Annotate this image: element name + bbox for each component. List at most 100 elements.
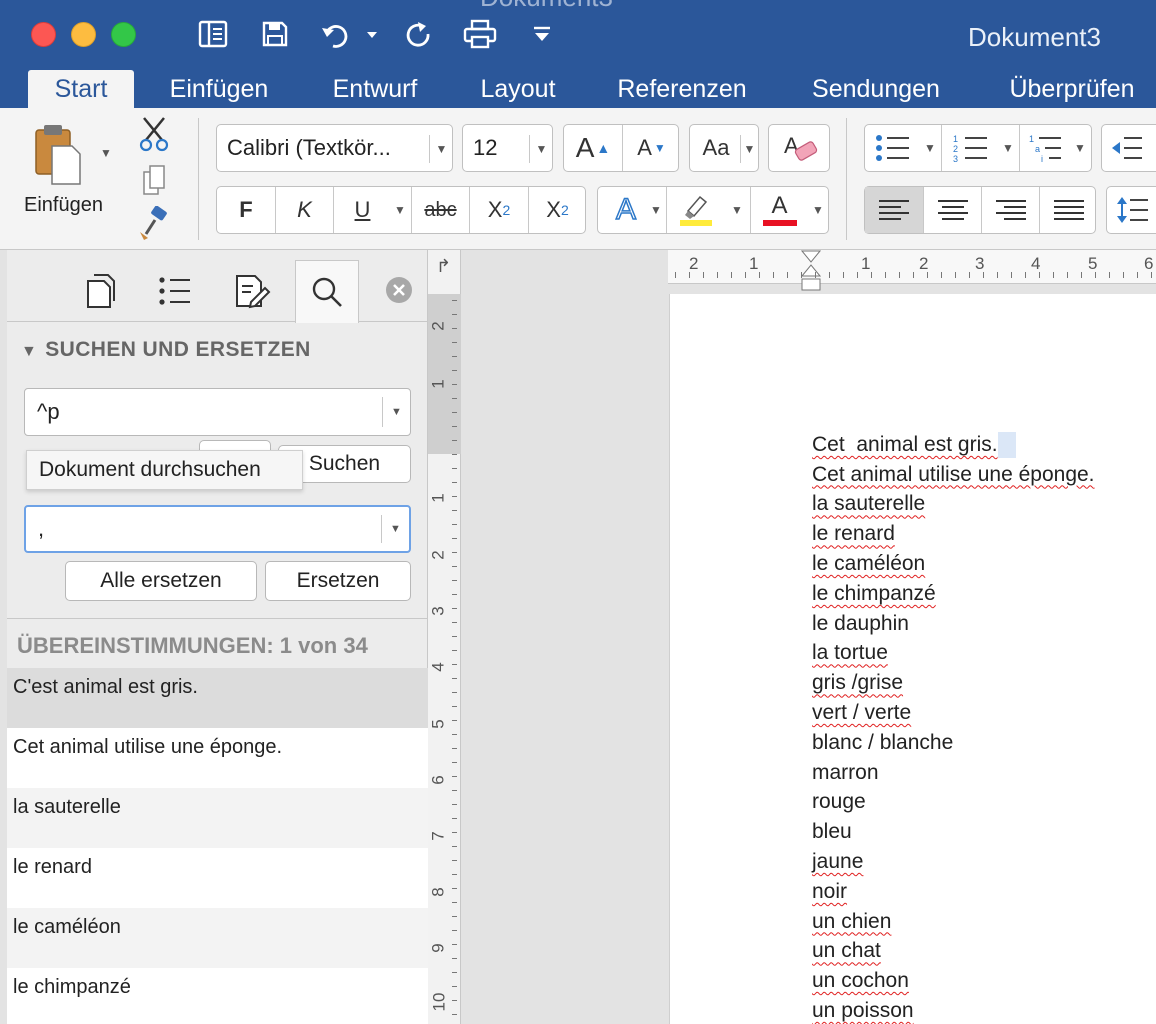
font-name-dropdown-icon[interactable]: ▼	[429, 135, 453, 163]
bullet-list-button[interactable]	[865, 125, 921, 171]
tab-entwurf[interactable]: Entwurf	[322, 70, 428, 108]
text-effects-dropdown-icon[interactable]: ▼	[646, 187, 666, 233]
search-tab-icon[interactable]	[295, 260, 359, 323]
ruler-tick	[452, 832, 457, 833]
close-window-button[interactable]	[31, 22, 56, 47]
highlight-button[interactable]	[666, 187, 724, 233]
ruler-bar	[668, 250, 1156, 284]
redo-icon[interactable]	[400, 16, 436, 52]
horizontal-ruler[interactable]: 2 1 1 2 3 4 5 6	[461, 250, 1156, 294]
undo-icon[interactable]	[316, 16, 380, 52]
strikethrough-button[interactable]: abc	[411, 187, 469, 233]
replace-all-label: Alle ersetzen	[100, 569, 222, 592]
cut-icon[interactable]	[138, 116, 170, 157]
replace-button[interactable]: Ersetzen	[265, 561, 411, 601]
ruler-tick	[1067, 272, 1068, 278]
minimize-window-button[interactable]	[71, 22, 96, 47]
replace-all-button[interactable]: Alle ersetzen	[65, 561, 257, 601]
font-color-swatch	[762, 220, 797, 226]
change-case-button[interactable]: Aa ▼	[689, 124, 759, 172]
align-right-button[interactable]	[981, 187, 1039, 233]
tab-layout[interactable]: Layout	[470, 70, 566, 108]
ruler-tick	[452, 706, 457, 707]
result-item[interactable]: le chimpanzé	[7, 968, 428, 1024]
justify-button[interactable]	[1039, 187, 1097, 233]
align-center-button[interactable]	[923, 187, 981, 233]
font-size-combo[interactable]: 12 ▼	[462, 124, 553, 172]
replace-input[interactable]: , ▼	[24, 505, 411, 553]
result-item[interactable]: la sauterelle	[7, 788, 428, 848]
result-item[interactable]: C'est animal est gris.	[7, 668, 428, 728]
tab-sendungen[interactable]: Sendungen	[800, 70, 952, 108]
underline-dropdown-icon[interactable]: ▼	[389, 187, 411, 233]
ruler-tick	[1095, 272, 1096, 278]
tab-stop-icon[interactable]: ↱	[436, 256, 451, 277]
grow-font-button[interactable]: A ▲	[564, 125, 622, 171]
vertical-ruler[interactable]: ↱ 2 1 1 2 3 4 5 6 7 8 9 10	[428, 250, 461, 1024]
disclosure-triangle-icon[interactable]: ▼	[21, 343, 37, 360]
doc-line: blanc / blanche	[812, 730, 954, 754]
customize-toolbar-icon[interactable]	[528, 16, 556, 52]
save-icon[interactable]	[255, 16, 295, 52]
thumbnails-tab-icon[interactable]	[69, 260, 133, 322]
close-pane-icon[interactable]	[385, 276, 413, 309]
divider	[7, 618, 428, 619]
font-color-button[interactable]: A	[750, 187, 808, 233]
ruler-tick	[452, 972, 457, 973]
ruler-tick	[452, 468, 457, 469]
subscript-mark: 2	[502, 202, 511, 218]
font-size-dropdown-icon[interactable]: ▼	[529, 135, 553, 163]
print-icon[interactable]	[460, 16, 500, 52]
superscript-button[interactable]: X2	[528, 187, 586, 233]
paste-label[interactable]: Einfügen	[24, 194, 103, 217]
underline-button[interactable]: U	[333, 187, 391, 233]
ruler-tick	[675, 272, 676, 278]
italic-button[interactable]: K	[275, 187, 333, 233]
ruler-tick	[452, 902, 457, 903]
change-case-icon: Aa	[694, 125, 738, 171]
highlight-dropdown-icon[interactable]: ▼	[726, 187, 748, 233]
search-history-dropdown-icon[interactable]: ▼	[382, 397, 410, 427]
tab-start[interactable]: Start	[28, 70, 134, 108]
change-case-dropdown-icon[interactable]: ▼	[740, 135, 758, 163]
subscript-button[interactable]: X2	[469, 187, 528, 233]
shrink-font-label: A	[637, 135, 652, 160]
paste-icon[interactable]	[30, 122, 86, 188]
paste-dropdown-icon[interactable]: ▼	[100, 146, 112, 160]
review-tab-icon[interactable]	[221, 260, 285, 322]
tab-einfuegen[interactable]: Einfügen	[160, 70, 278, 108]
font-color-dropdown-icon[interactable]: ▼	[808, 187, 828, 233]
result-item[interactable]: le caméléon	[7, 908, 428, 968]
multilevel-list-button[interactable]: 1ai	[1019, 125, 1071, 171]
numbered-list-button[interactable]: 123	[941, 125, 999, 171]
align-left-button[interactable]	[865, 187, 923, 233]
doc-line: Cet animal utilise une éponge.	[812, 462, 1095, 486]
clear-formatting-button[interactable]: A	[768, 124, 830, 172]
ruler-number: 2	[428, 550, 448, 560]
font-name-combo[interactable]: Calibri (Textkör... ▼	[216, 124, 453, 172]
result-item[interactable]: le renard	[7, 848, 428, 908]
ruler-tick	[452, 342, 457, 343]
replace-history-dropdown-icon[interactable]: ▼	[381, 515, 409, 543]
search-input[interactable]: ^p ▼	[24, 388, 411, 436]
ruler-tick	[452, 986, 457, 987]
multilevel-list-dropdown-icon[interactable]: ▼	[1069, 125, 1091, 171]
bullet-list-dropdown-icon[interactable]: ▼	[919, 125, 941, 171]
document-body[interactable]: Cet animal est gris. Cet animal utilise …	[812, 430, 1095, 1024]
tab-ueberpruefen[interactable]: Überprüfen	[996, 70, 1148, 108]
decrease-indent-button[interactable]	[1101, 124, 1156, 172]
copy-icon[interactable]	[140, 164, 168, 201]
indent-marker-icon[interactable]	[800, 250, 822, 297]
shrink-font-button[interactable]: A ▼	[622, 125, 680, 171]
format-painter-icon[interactable]	[138, 205, 170, 245]
find-replace-section[interactable]: ▼ SUCHEN UND ERSETZEN	[21, 338, 311, 362]
outline-tab-icon[interactable]	[143, 260, 207, 322]
sidebar-toggle-icon[interactable]	[193, 16, 233, 52]
tab-referenzen[interactable]: Referenzen	[606, 70, 758, 108]
bold-button[interactable]: F	[217, 187, 275, 233]
numbered-list-dropdown-icon[interactable]: ▼	[997, 125, 1019, 171]
maximize-window-button[interactable]	[111, 22, 136, 47]
result-item[interactable]: Cet animal utilise une éponge.	[7, 728, 428, 788]
line-spacing-button[interactable]	[1106, 186, 1156, 234]
ruler-tick	[452, 482, 457, 483]
